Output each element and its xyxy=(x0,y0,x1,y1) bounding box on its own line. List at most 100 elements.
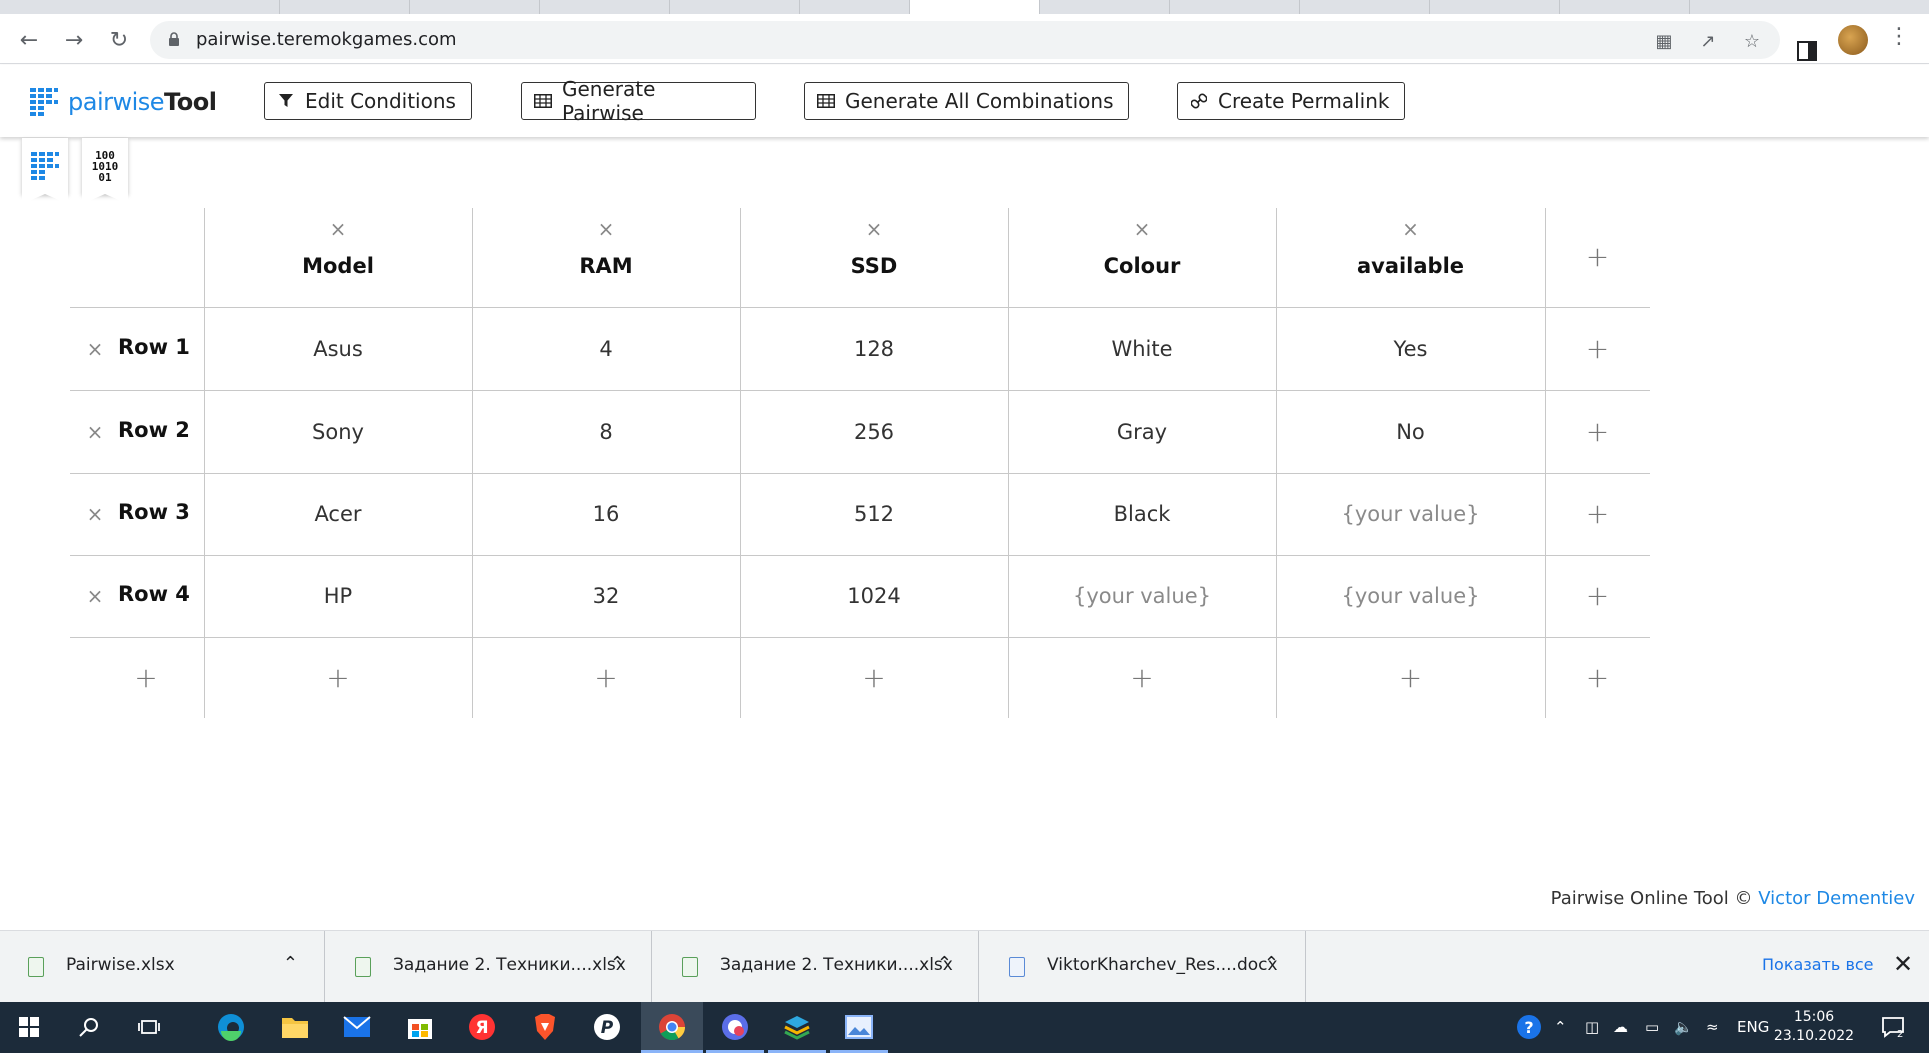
browser-tab[interactable] xyxy=(800,0,910,14)
add-column-icon[interactable]: + xyxy=(1586,334,1610,362)
notifications-icon[interactable]: 2 xyxy=(1878,1012,1908,1042)
pairwise-view-tab[interactable] xyxy=(22,138,68,204)
yandex-browser-icon[interactable]: Я xyxy=(467,1012,497,1042)
close-icon[interactable]: ✕ xyxy=(1893,950,1913,978)
add-column-icon[interactable]: + xyxy=(1586,582,1610,610)
meet-now-icon[interactable]: ◫ xyxy=(1585,1018,1599,1036)
browser-tab[interactable] xyxy=(1430,0,1560,14)
remove-row-icon[interactable]: × xyxy=(86,422,104,442)
battery-icon[interactable]: ▭ xyxy=(1645,1018,1659,1036)
forward-icon[interactable]: → xyxy=(59,26,89,54)
browser-tab[interactable] xyxy=(540,0,670,14)
table-cell[interactable]: 1024 xyxy=(740,555,1008,637)
table-cell[interactable]: Sony xyxy=(204,390,472,473)
binary-view-tab[interactable]: 100 1010 01 xyxy=(82,138,128,204)
generate-pairwise-button[interactable]: Generate Pairwise xyxy=(521,77,756,125)
browser-tab[interactable] xyxy=(1560,0,1690,14)
cell-placeholder[interactable]: {your value} xyxy=(1276,555,1545,637)
brave-icon[interactable] xyxy=(530,1012,560,1042)
remove-column-icon[interactable]: × xyxy=(1133,219,1151,239)
system-clock[interactable]: 15:06 23.10.2022 xyxy=(1772,1008,1856,1046)
remove-row-icon[interactable]: × xyxy=(86,586,104,606)
table-cell[interactable]: 512 xyxy=(740,473,1008,555)
create-permalink-button[interactable]: Create Permalink xyxy=(1177,82,1405,120)
bookmark-star-icon[interactable]: ☆ xyxy=(1741,30,1763,52)
store-icon[interactable] xyxy=(405,1012,435,1042)
table-cell[interactable]: 4 xyxy=(472,307,740,390)
table-cell[interactable]: No xyxy=(1276,390,1545,473)
edit-conditions-button[interactable]: Edit Conditions xyxy=(264,82,472,120)
table-cell[interactable]: Black xyxy=(1008,473,1276,555)
cell-placeholder[interactable]: {your value} xyxy=(1008,555,1276,637)
edge-icon[interactable] xyxy=(216,1012,246,1042)
side-panel-icon[interactable] xyxy=(1797,41,1817,61)
browser-tab[interactable] xyxy=(280,0,410,14)
download-item[interactable]: Pairwise.xlsx ⌃ xyxy=(0,931,325,1003)
add-row-icon[interactable]: + xyxy=(594,663,618,691)
wifi-icon[interactable]: ≈ xyxy=(1706,1018,1719,1036)
share-icon[interactable]: ↗ xyxy=(1697,30,1719,52)
file-explorer-icon[interactable] xyxy=(280,1012,310,1042)
add-column-icon[interactable]: + xyxy=(1586,417,1610,445)
download-item[interactable]: Задание 2. Техники....xlsx ⌃ xyxy=(327,931,652,1003)
browser-menu-icon[interactable]: ⋮ xyxy=(1888,22,1910,52)
browser-tab[interactable] xyxy=(670,0,800,14)
language-indicator[interactable]: ENG xyxy=(1737,1018,1769,1036)
table-cell[interactable]: Acer xyxy=(204,473,472,555)
remove-column-icon[interactable]: × xyxy=(865,219,883,239)
onedrive-icon[interactable]: ☁ xyxy=(1613,1018,1628,1036)
generate-all-combinations-button[interactable]: Generate All Combinations xyxy=(804,82,1129,120)
remove-column-icon[interactable]: × xyxy=(329,219,347,239)
address-bar[interactable]: pairwise.teremokgames.com ▦ ↗ ☆ xyxy=(150,21,1780,59)
author-link[interactable]: Victor Dementiev xyxy=(1758,888,1915,909)
add-row-icon[interactable]: + xyxy=(134,663,158,691)
chevron-up-icon[interactable]: ⌃ xyxy=(610,953,625,974)
back-icon[interactable]: ← xyxy=(14,26,44,54)
photos-app-icon[interactable] xyxy=(844,1012,874,1042)
chevron-up-icon[interactable]: ⌃ xyxy=(283,953,298,974)
show-all-downloads-link[interactable]: Показать все xyxy=(1762,955,1874,974)
table-cell[interactable]: Asus xyxy=(204,307,472,390)
add-row-icon[interactable]: + xyxy=(1130,663,1154,691)
table-cell[interactable]: White xyxy=(1008,307,1276,390)
add-column-icon[interactable]: + xyxy=(1586,663,1610,691)
table-cell[interactable]: Yes xyxy=(1276,307,1545,390)
browser-tab[interactable] xyxy=(150,0,280,14)
add-row-icon[interactable]: + xyxy=(326,663,350,691)
chevron-up-icon[interactable]: ⌃ xyxy=(1264,953,1279,974)
browser-tab[interactable] xyxy=(410,0,540,14)
table-cell[interactable]: 256 xyxy=(740,390,1008,473)
chrome-icon[interactable] xyxy=(657,1012,687,1042)
download-item[interactable]: Задание 2. Техники....xlsx ⌃ xyxy=(654,931,979,1003)
add-column-icon[interactable]: + xyxy=(1586,243,1610,271)
download-item[interactable]: ViktorKharchev_Res....docx ⌃ xyxy=(981,931,1306,1003)
help-icon[interactable]: ? xyxy=(1514,1012,1544,1042)
chevron-up-icon[interactable]: ⌃ xyxy=(1554,1018,1567,1036)
add-row-icon[interactable]: + xyxy=(862,663,886,691)
browser-tab-active[interactable] xyxy=(910,0,1040,14)
app-logo[interactable]: pairwiseTool xyxy=(30,87,217,117)
table-cell[interactable]: 128 xyxy=(740,307,1008,390)
add-row-icon[interactable]: + xyxy=(1399,663,1423,691)
table-cell[interactable]: 16 xyxy=(472,473,740,555)
remove-column-icon[interactable]: × xyxy=(1402,219,1420,239)
p-app-icon[interactable]: P xyxy=(592,1012,622,1042)
browser-tab[interactable] xyxy=(1040,0,1170,14)
search-icon[interactable] xyxy=(74,1012,104,1042)
remove-row-icon[interactable]: × xyxy=(86,504,104,524)
reload-icon[interactable]: ↻ xyxy=(104,26,134,54)
windows-start-icon[interactable] xyxy=(14,1012,44,1042)
chevron-up-icon[interactable]: ⌃ xyxy=(937,953,952,974)
table-cell[interactable]: Gray xyxy=(1008,390,1276,473)
video-app-icon[interactable] xyxy=(720,1012,750,1042)
profile-avatar[interactable] xyxy=(1838,25,1868,55)
translate-icon[interactable]: ▦ xyxy=(1653,30,1675,52)
mail-icon[interactable] xyxy=(342,1012,372,1042)
table-cell[interactable]: 32 xyxy=(472,555,740,637)
table-cell[interactable]: HP xyxy=(204,555,472,637)
layers-app-icon[interactable] xyxy=(782,1012,812,1042)
browser-tab[interactable] xyxy=(1170,0,1300,14)
remove-row-icon[interactable]: × xyxy=(86,339,104,359)
table-cell[interactable]: 8 xyxy=(472,390,740,473)
browser-tab[interactable] xyxy=(1300,0,1430,14)
